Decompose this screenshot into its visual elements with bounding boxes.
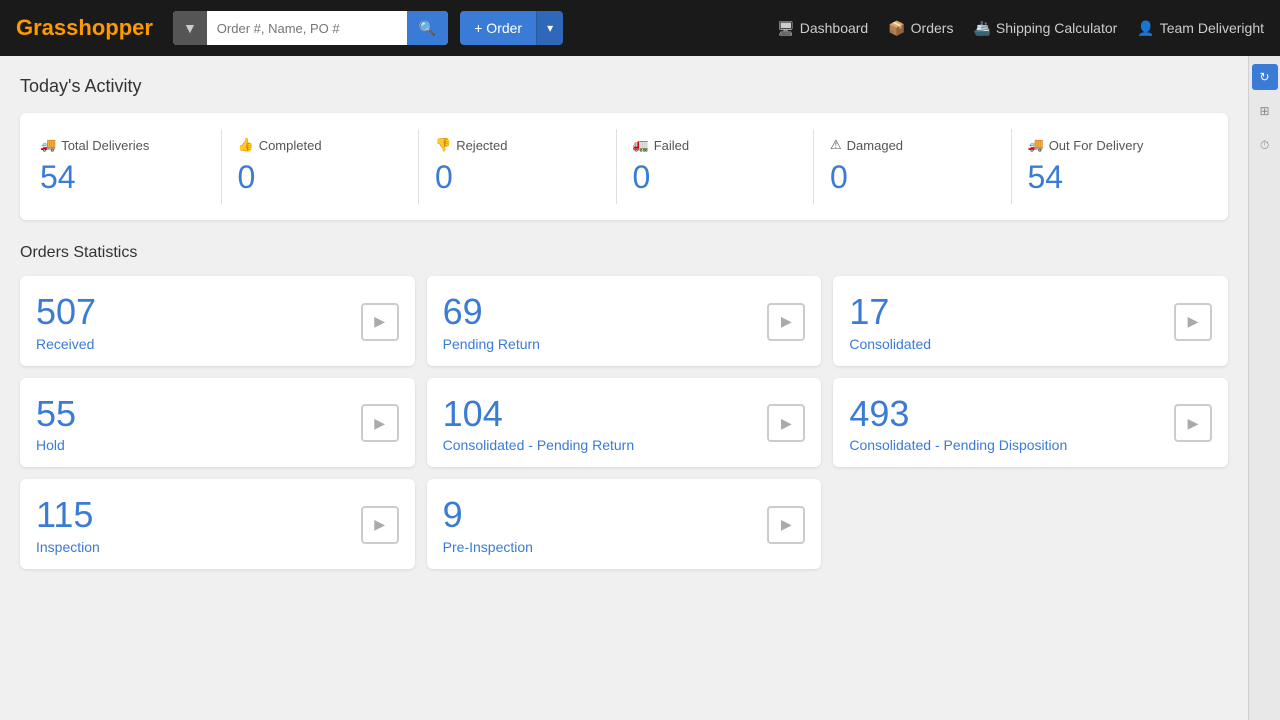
stat-card-number-pre-inspection: 9 (443, 495, 533, 535)
order-button-group: + Order ▾ (460, 11, 563, 45)
truck-icon: 🚚 (40, 137, 56, 153)
stat-card-label-received: Received (36, 336, 96, 352)
stat-card-consolidated-pending-return[interactable]: 104 Consolidated - Pending Return ▶ (427, 378, 822, 468)
stat-rejected: 👎 Rejected 0 (419, 129, 617, 204)
orders-icon: 📦 (888, 20, 905, 37)
stat-card-left-consolidated: 17 Consolidated (849, 292, 931, 352)
refresh-button[interactable]: ↻ (1252, 64, 1278, 90)
stat-card-arrow-inspection[interactable]: ▶ (361, 506, 399, 544)
stat-card-label-consolidated-pending-disposition: Consolidated - Pending Disposition (849, 437, 1067, 453)
total-deliveries-value: 54 (40, 159, 205, 196)
stat-card-inspection[interactable]: 115 Inspection ▶ (20, 479, 415, 569)
shipping-icon: 🚢 (973, 20, 990, 37)
stat-card-number-received: 507 (36, 292, 96, 332)
main-content: Today's Activity 🚚 Total Deliveries 54 👍… (0, 56, 1248, 720)
stat-card-left-inspection: 115 Inspection (36, 495, 100, 555)
activity-stats: 🚚 Total Deliveries 54 👍 Completed 0 👎 (40, 129, 1208, 204)
nav-dashboard[interactable]: 🖥 Dashboard (777, 20, 868, 37)
thumbs-down-icon: 👎 (435, 137, 451, 153)
search-button[interactable]: 🔍 (407, 11, 448, 45)
stat-card-arrow-consolidated-pending-disposition[interactable]: ▶ (1174, 404, 1212, 442)
stat-damaged: ⚠ Damaged 0 (814, 129, 1012, 204)
rejected-value: 0 (435, 159, 600, 196)
logo: Grasshopper (16, 15, 153, 41)
stat-card-label-consolidated-pending-return: Consolidated - Pending Return (443, 437, 634, 453)
stat-card-arrow-hold[interactable]: ▶ (361, 404, 399, 442)
nav-shipping-calculator[interactable]: 🚢 Shipping Calculator (973, 20, 1117, 37)
columns-button[interactable]: ⊞ (1252, 98, 1278, 124)
right-sidebar: ↻ ⊞ ⏱ (1248, 56, 1280, 720)
stat-card-left-consolidated-pending-return: 104 Consolidated - Pending Return (443, 394, 634, 454)
damaged-value: 0 (830, 159, 995, 196)
stat-completed: 👍 Completed 0 (222, 129, 420, 204)
stat-card-number-consolidated-pending-disposition: 493 (849, 394, 1067, 434)
stat-card-number-inspection: 115 (36, 495, 100, 535)
main-layout: Today's Activity 🚚 Total Deliveries 54 👍… (0, 56, 1280, 720)
completed-value: 0 (238, 159, 403, 196)
stat-card-label-inspection: Inspection (36, 539, 100, 555)
stat-card-label-pre-inspection: Pre-Inspection (443, 539, 533, 555)
stat-card-left-hold: 55 Hold (36, 394, 76, 454)
stat-card-label-hold: Hold (36, 437, 76, 453)
stats-grid: 507 Received ▶ 69 Pending Return ▶ 17 Co… (20, 276, 1228, 569)
nav-orders[interactable]: 📦 Orders (888, 20, 953, 37)
page-title: Today's Activity (20, 76, 1228, 97)
stat-card-number-hold: 55 (36, 394, 76, 434)
failed-icon: 🚛 (633, 137, 649, 153)
stat-failed: 🚛 Failed 0 (617, 129, 815, 204)
failed-value: 0 (633, 159, 798, 196)
team-icon: 👤 (1137, 20, 1154, 37)
stat-card-number-pending-return: 69 (443, 292, 540, 332)
stat-card-consolidated-pending-disposition[interactable]: 493 Consolidated - Pending Disposition ▶ (833, 378, 1228, 468)
header: Grasshopper ▼ 🔍 + Order ▾ 🖥 Dashboard 📦 … (0, 0, 1280, 56)
stat-card-label-consolidated: Consolidated (849, 336, 931, 352)
delivery-icon: 🚚 (1028, 137, 1044, 153)
stat-card-arrow-pre-inspection[interactable]: ▶ (767, 506, 805, 544)
out-for-delivery-value: 54 (1028, 159, 1193, 196)
stat-card-arrow-pending-return[interactable]: ▶ (767, 303, 805, 341)
search-input[interactable] (207, 11, 407, 45)
order-dropdown-button[interactable]: ▾ (536, 11, 563, 45)
activity-card: 🚚 Total Deliveries 54 👍 Completed 0 👎 (20, 113, 1228, 220)
thumbs-up-icon: 👍 (238, 137, 254, 153)
filter-button[interactable]: ▼ (173, 11, 207, 45)
stat-card-left-received: 507 Received (36, 292, 96, 352)
damaged-icon: ⚠ (830, 137, 842, 153)
stat-card-left-pre-inspection: 9 Pre-Inspection (443, 495, 533, 555)
stat-card-consolidated[interactable]: 17 Consolidated ▶ (833, 276, 1228, 366)
stat-card-left-pending-return: 69 Pending Return (443, 292, 540, 352)
stat-card-number-consolidated-pending-return: 104 (443, 394, 634, 434)
stat-card-pending-return[interactable]: 69 Pending Return ▶ (427, 276, 822, 366)
add-order-button[interactable]: + Order (460, 11, 536, 45)
main-nav: 🖥 Dashboard 📦 Orders 🚢 Shipping Calculat… (777, 20, 1264, 37)
stat-card-received[interactable]: 507 Received ▶ (20, 276, 415, 366)
stat-out-for-delivery: 🚚 Out For Delivery 54 (1012, 129, 1209, 204)
stat-card-arrow-consolidated[interactable]: ▶ (1174, 303, 1212, 341)
stat-card-label-pending-return: Pending Return (443, 336, 540, 352)
dashboard-icon: 🖥 (777, 20, 795, 37)
history-button[interactable]: ⏱ (1252, 132, 1278, 158)
search-bar: ▼ 🔍 (173, 11, 448, 45)
stat-card-number-consolidated: 17 (849, 292, 931, 332)
stat-total-deliveries: 🚚 Total Deliveries 54 (40, 129, 222, 204)
orders-statistics-title: Orders Statistics (20, 244, 1228, 262)
stat-card-hold[interactable]: 55 Hold ▶ (20, 378, 415, 468)
stat-card-pre-inspection[interactable]: 9 Pre-Inspection ▶ (427, 479, 822, 569)
stat-card-arrow-consolidated-pending-return[interactable]: ▶ (767, 404, 805, 442)
stat-card-left-consolidated-pending-disposition: 493 Consolidated - Pending Disposition (849, 394, 1067, 454)
nav-team[interactable]: 👤 Team Deliveright (1137, 20, 1264, 37)
stat-card-arrow-received[interactable]: ▶ (361, 303, 399, 341)
